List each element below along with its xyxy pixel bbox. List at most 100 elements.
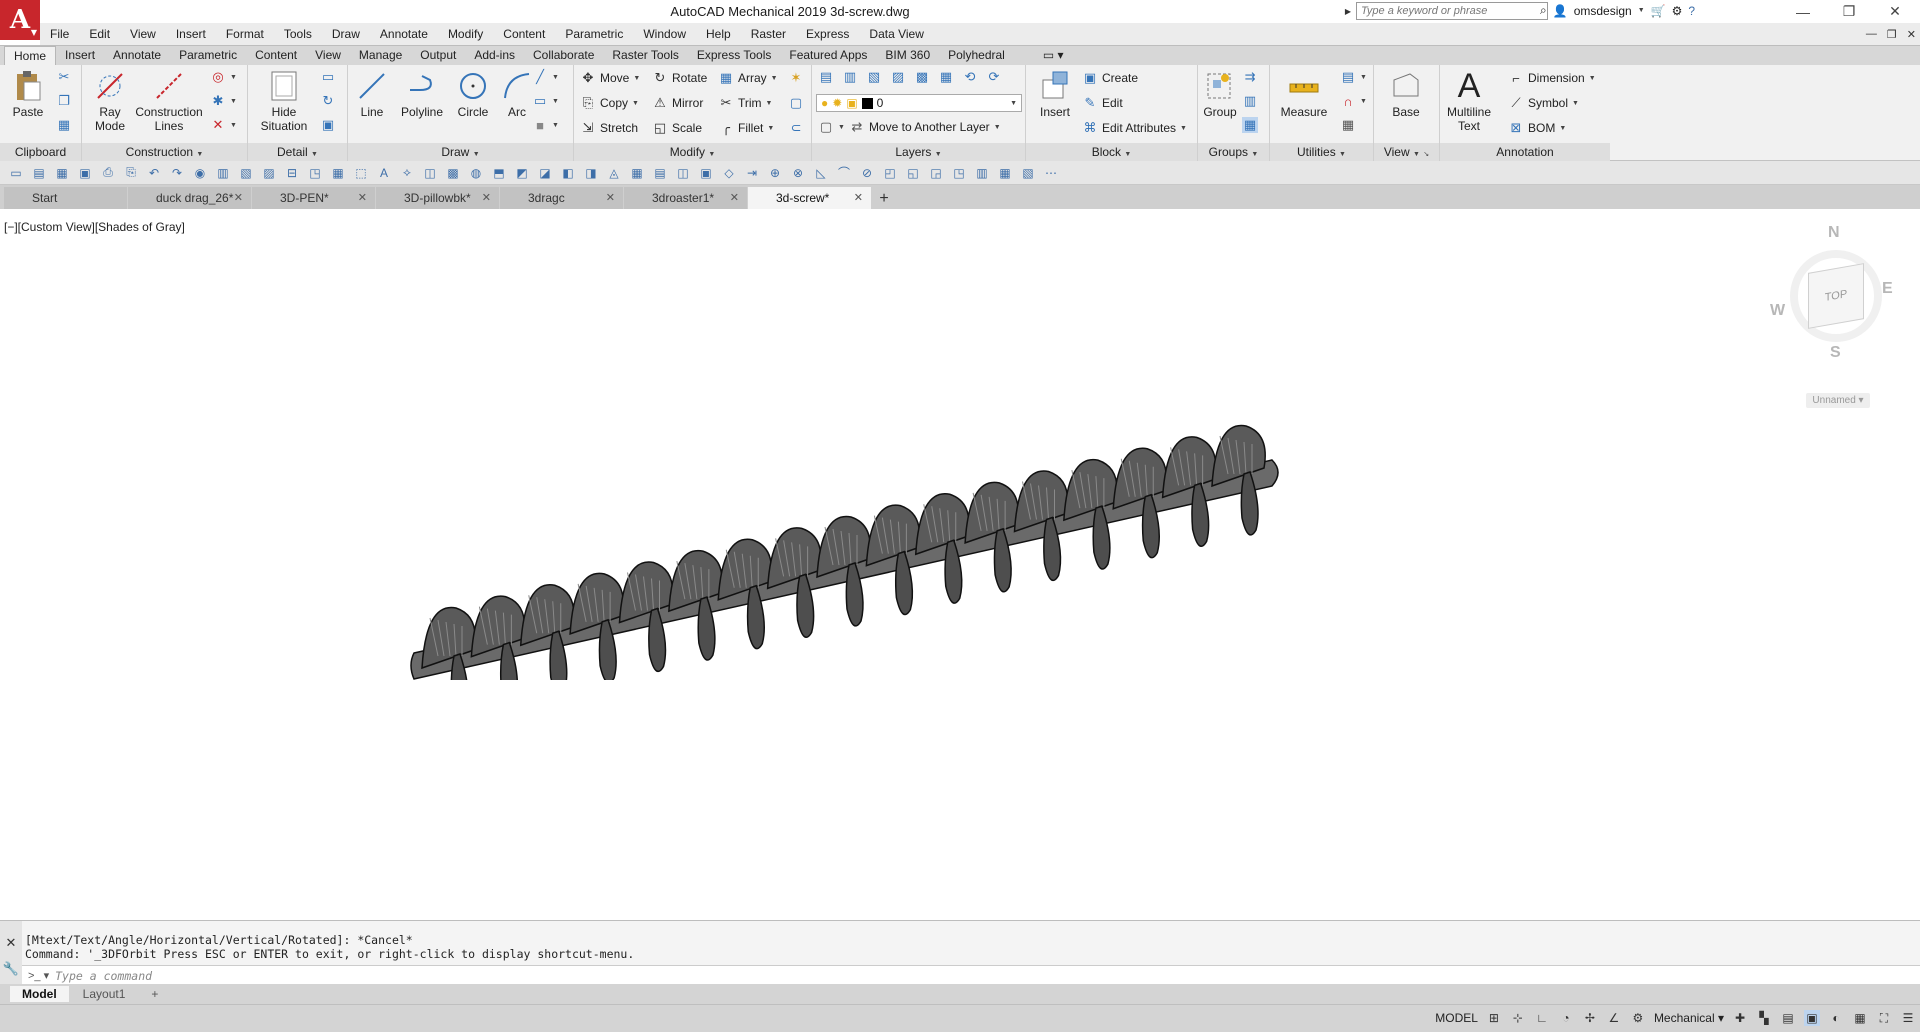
ribbon-tab-add-ins[interactable]: Add-ins — [465, 46, 524, 65]
create-block-button[interactable]: ▣ Create — [1082, 70, 1138, 86]
toolbar-tool-4-icon[interactable]: ▣ — [75, 164, 95, 182]
detail-tool-3[interactable]: ▣ — [320, 117, 336, 133]
paste-button[interactable]: Paste — [0, 69, 56, 119]
snap-mode-icon[interactable]: ⊹ — [1510, 1010, 1526, 1026]
user-name[interactable]: omsdesign — [1574, 4, 1632, 18]
toolbar-tool-22-icon[interactable]: ⬒ — [489, 164, 509, 182]
compass-north[interactable]: N — [1828, 224, 1840, 242]
close-command-line-icon[interactable]: ✕ — [6, 935, 17, 951]
add-icon[interactable]: ✚ — [1732, 1010, 1748, 1026]
compass-south[interactable]: S — [1830, 344, 1841, 362]
toolbar-tool-16-icon[interactable]: ⬚ — [351, 164, 371, 182]
file-tab-3d-pen[interactable]: 3D-PEN* ✕ — [252, 187, 375, 209]
compass-west[interactable]: W — [1770, 302, 1785, 320]
toolbar-tool-41-icon[interactable]: ◲ — [926, 164, 946, 182]
toolbar-tool-34-icon[interactable]: ⊕ — [765, 164, 785, 182]
close-tab-icon[interactable]: ✕ — [854, 191, 863, 204]
doc-restore-icon[interactable]: ❐ — [1887, 28, 1897, 41]
ortho-icon[interactable]: ∟ — [1534, 1010, 1550, 1026]
toolbar-tool-21-icon[interactable]: ◍ — [466, 164, 486, 182]
panel-title-layers[interactable]: Layers ▼ — [812, 143, 1025, 161]
menu-file[interactable]: File — [40, 27, 79, 41]
ribbon-tab-bim-360[interactable]: BIM 360 — [876, 46, 939, 65]
toolbar-tool-38-icon[interactable]: ⊘ — [857, 164, 877, 182]
copy-button[interactable]: ⎘ Copy ▼ — [580, 95, 639, 111]
panel-title-utilities[interactable]: Utilities ▼ — [1270, 143, 1373, 161]
menu-insert[interactable]: Insert — [166, 27, 216, 41]
cut-button[interactable]: ✂ — [56, 69, 72, 85]
screw-flight[interactable] — [470, 595, 526, 680]
customization-menu-icon[interactable]: ☰ — [1900, 1010, 1916, 1026]
workspace-gear-icon[interactable]: ⚙ — [1630, 1010, 1646, 1026]
toolbar-tool-18-icon[interactable]: ⟡ — [397, 164, 417, 182]
layer-properties-icon[interactable]: ▤ — [818, 69, 834, 85]
ribbon-tab-raster-tools[interactable]: Raster Tools — [603, 46, 687, 65]
file-tab-3droaster1[interactable]: 3droaster1* ✕ — [624, 187, 747, 209]
toolbar-tool-27-icon[interactable]: ◬ — [604, 164, 624, 182]
toolbar-tool-31-icon[interactable]: ▣ — [696, 164, 716, 182]
close-tab-icon[interactable]: ✕ — [606, 191, 615, 204]
ribbon-tab-featured-apps[interactable]: Featured Apps — [780, 46, 876, 65]
toolbar-tool-29-icon[interactable]: ▤ — [650, 164, 670, 182]
menu-format[interactable]: Format — [216, 27, 274, 41]
toolbar-tool-23-icon[interactable]: ◩ — [512, 164, 532, 182]
base-view-button[interactable]: Base — [1378, 69, 1434, 119]
menu-express[interactable]: Express — [796, 27, 859, 41]
scale-button[interactable]: ◱ Scale — [652, 120, 702, 136]
construction-lines-button[interactable]: Construction Lines — [134, 69, 204, 133]
toolbar-tool-5-icon[interactable]: ⎙ — [98, 164, 118, 182]
binoculars-icon[interactable]: ⌕ — [1540, 3, 1547, 18]
ucs-menu[interactable]: Unnamed ▾ — [1806, 393, 1870, 408]
ribbon-tab-express-tools[interactable]: Express Tools — [688, 46, 780, 65]
line-button[interactable]: Line — [350, 69, 394, 119]
utility-tool-3[interactable]: ▦ — [1340, 117, 1356, 133]
panel-title-draw[interactable]: Draw ▼ — [348, 143, 573, 161]
ribbon-tab-parametric[interactable]: Parametric — [170, 46, 246, 65]
restore-button[interactable]: ❐ — [1826, 0, 1872, 23]
menu-view[interactable]: View — [120, 27, 166, 41]
doc-minimize-icon[interactable]: — — [1866, 28, 1877, 40]
panel-title-view[interactable]: View ▼ ↘ — [1374, 143, 1439, 161]
menu-data-view[interactable]: Data View — [859, 27, 933, 41]
modify-extra-2[interactable]: ▢ — [788, 95, 804, 111]
modify-extra-3[interactable]: ⊂ — [788, 120, 804, 136]
edit-attributes-button[interactable]: ⌘ Edit Attributes ▼ — [1082, 120, 1187, 136]
group-button[interactable]: Group — [1200, 69, 1240, 119]
exchange-icon[interactable]: ⚙ — [1672, 4, 1683, 18]
ungroup-button[interactable]: ⇉ — [1242, 69, 1258, 85]
multiline-text-button[interactable]: A Multiline Text — [1442, 69, 1496, 133]
search-input[interactable]: Type a keyword or phrase — [1356, 2, 1548, 20]
toolbar-tool-14-icon[interactable]: ◳ — [305, 164, 325, 182]
layer-walk-icon[interactable]: ⟳ — [986, 69, 1002, 85]
layer-state-icon[interactable]: ▥ — [842, 69, 858, 85]
isolate-objects-icon[interactable]: ◐ — [1828, 1010, 1844, 1026]
ribbon-tab-view[interactable]: View — [306, 46, 350, 65]
ribbon-tab-output[interactable]: Output — [411, 46, 465, 65]
toolbar-tool-36-icon[interactable]: ◺ — [811, 164, 831, 182]
menu-edit[interactable]: Edit — [79, 27, 120, 41]
panel-title-detail[interactable]: Detail ▼ — [248, 143, 347, 161]
draw-extra-1[interactable]: ╱ ▼ — [532, 69, 559, 85]
hardware-acceleration-icon[interactable]: ▦ — [1852, 1010, 1868, 1026]
menu-window[interactable]: Window — [633, 27, 696, 41]
menu-annotate[interactable]: Annotate — [370, 27, 438, 41]
utility-tool-2[interactable]: ∩ ▼ — [1340, 93, 1367, 109]
copy-clip-button[interactable]: ❐ — [56, 93, 72, 109]
toolbar-tool-2-icon[interactable]: ▤ — [29, 164, 49, 182]
toolbar-tool-8-icon[interactable]: ↷ — [167, 164, 187, 182]
quick-properties-icon[interactable]: ▤ — [1780, 1010, 1796, 1026]
new-tab-plus-icon[interactable]: + — [872, 189, 896, 209]
toolbar-tool-43-icon[interactable]: ▥ — [972, 164, 992, 182]
close-button[interactable]: ✕ — [1872, 0, 1918, 23]
toolbar-tool-26-icon[interactable]: ◨ — [581, 164, 601, 182]
panel-title-construction[interactable]: Construction ▼ — [82, 143, 247, 161]
layer-isolate-icon[interactable]: ▧ — [866, 69, 882, 85]
toolbar-tool-46-icon[interactable]: ⋯ — [1041, 164, 1061, 182]
toolbar-tool-39-icon[interactable]: ◰ — [880, 164, 900, 182]
layer-dropdown[interactable]: ● ✹ ▣ 0 ▼ — [816, 94, 1022, 112]
move-button[interactable]: ✥ Move ▼ — [580, 70, 641, 86]
cart-icon[interactable]: 🛒 — [1651, 4, 1666, 18]
match-properties-button[interactable]: ▦ — [56, 117, 72, 133]
compass-east[interactable]: E — [1882, 280, 1893, 298]
layer-match-icon[interactable]: ⟲ — [962, 69, 978, 85]
